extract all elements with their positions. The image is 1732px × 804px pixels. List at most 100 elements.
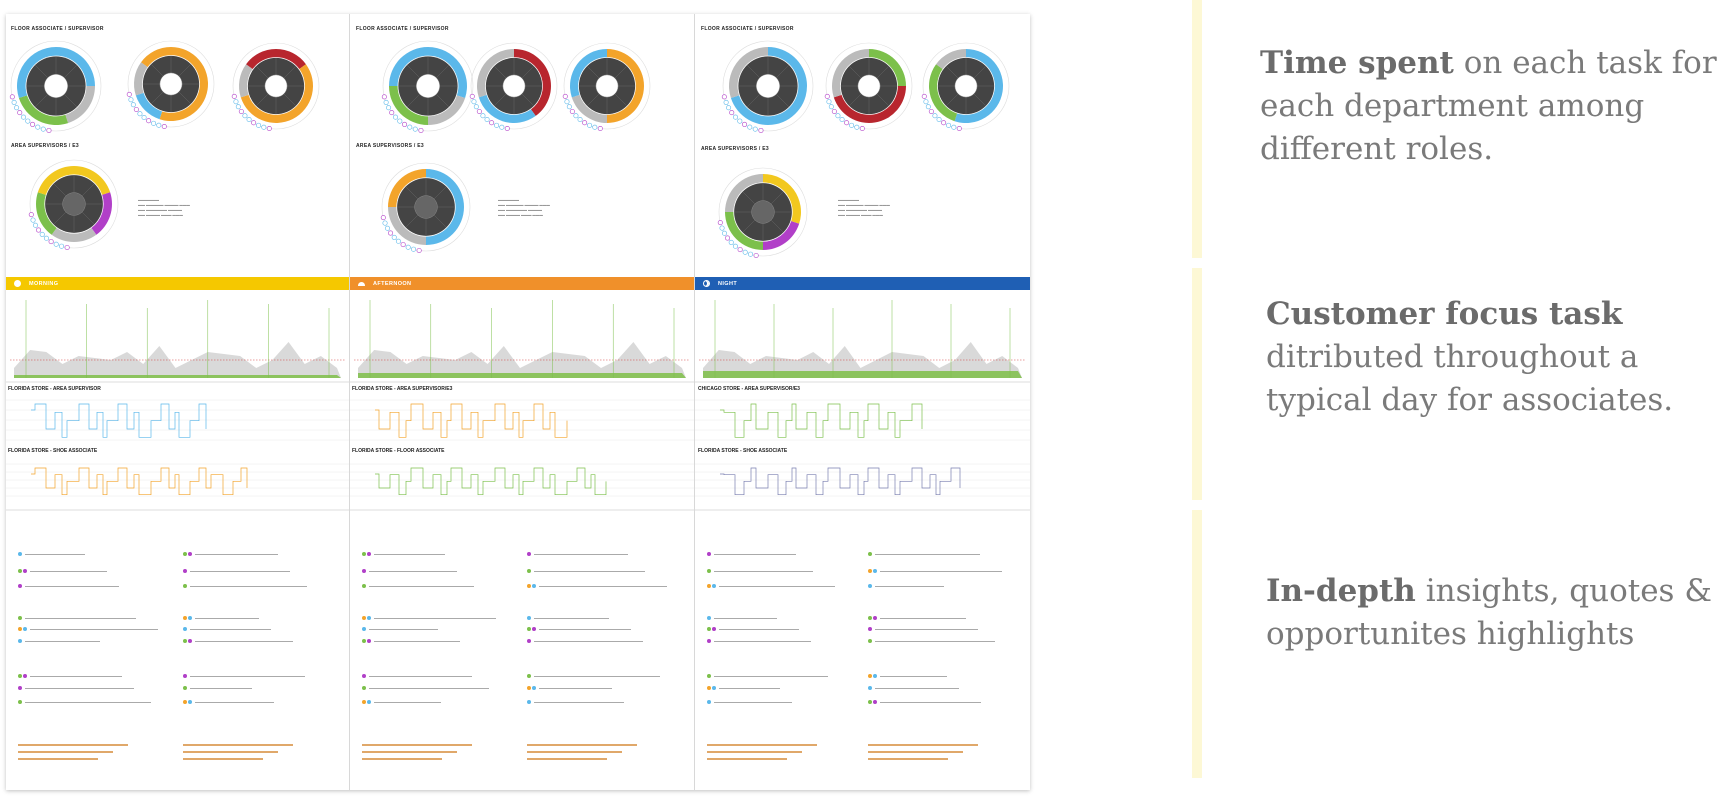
insight-tag-dots [18,639,23,644]
insight-bullet [182,700,274,705]
insight-tag-dots [707,552,712,557]
insight-tag-dots [707,627,717,632]
insight-bullet [707,584,835,589]
highlight-text: different roles. [1260,131,1494,167]
insight-text-placeholder [714,701,792,704]
insight-bullet [867,616,966,621]
highlight-strong: In-depth [1266,573,1416,609]
insight-text-placeholder [714,553,796,556]
role-donut-chart [381,40,474,133]
role-donut-chart [9,40,102,133]
insight-text-placeholder [539,628,631,631]
insight-bullet [362,616,496,621]
insight-text-placeholder [374,553,445,556]
customer-focus-timeline [6,300,1030,383]
insight-tag-dots [527,700,532,705]
quote-line [182,751,278,753]
insight-bullet [867,686,959,691]
insight-bullet [182,686,252,691]
insight-tag-dots [707,584,717,589]
insight-bullet [527,569,645,574]
insight-tag-dots [182,616,193,621]
insight-tag-dots [527,639,532,644]
insight-bullet [362,639,460,644]
shift-label: AFTERNOON [373,280,412,287]
insight-bullet [182,639,293,644]
insight-bullet [527,686,612,691]
insight-bullet [18,686,134,691]
insight-text-placeholder [879,570,1002,573]
insight-bullet [527,584,667,589]
area-role-title: AREA SUPERVISORS / E3 [701,146,769,152]
insight-tag-dots [362,552,372,557]
insight-text-placeholder [874,687,959,690]
insight-text-placeholder [25,701,151,704]
insight-tag-dots [182,686,188,691]
insight-bullet [867,569,1002,574]
insight-text-placeholder [534,553,628,556]
quote-line [362,751,457,753]
insight-text-placeholder [194,617,259,620]
insight-bullet [707,686,780,691]
insight-tag-dots [362,569,367,574]
insight-tag-dots [707,616,712,621]
insight-text-placeholder [719,628,799,631]
insight-text-placeholder [25,585,119,588]
quote-line [182,744,293,746]
quote-line [527,751,622,753]
donut-legend: ▬▬▬▬▬▬ ▬▬ ▬▬▬▬▬ ▬▬▬▬ ▬▬▬ ▬▬ ▬▬▬▬▬▬ ▬▬▬▬ … [138,198,190,217]
role-donut-chart [469,42,558,131]
shift-label: MORNING [29,280,59,287]
insight-bullet [182,616,259,621]
insight-bullet [362,700,441,705]
insight-text-placeholder [369,628,438,631]
insight-bullet [707,700,792,705]
insight-bullet [182,552,278,557]
insight-text-placeholder [874,553,980,556]
insight-tag-dots [182,552,193,557]
role-donut-chart [921,42,1010,131]
insight-text-placeholder [189,628,271,631]
insight-text-placeholder [30,675,122,678]
insight-text-placeholder [534,570,645,573]
insight-tag-dots [362,674,367,679]
insight-text-placeholder [194,701,274,704]
insight-text-placeholder [879,617,966,620]
insight-tag-dots [182,627,188,632]
insight-tag-dots [867,639,873,644]
highlight-text: insights, quotes & [1415,573,1712,609]
floor-role-title: FLOOR ASSOCIATE / SUPERVISOR [11,26,104,32]
insight-bullet [867,627,978,632]
insight-bullet [18,552,85,557]
insight-tag-dots [18,569,28,574]
task-step-charts [6,399,1030,511]
insight-tag-dots [707,569,712,574]
insight-bullet [18,639,100,644]
insight-tag-dots [527,569,532,574]
insight-tag-dots [867,627,873,632]
quote-line [18,751,113,753]
highlight-time-spent: Time spent on each task for each departm… [1260,42,1717,171]
insight-bullet [362,584,474,589]
insight-tag-dots [527,627,537,632]
insight-bullet [867,700,981,705]
insight-bullet [182,569,290,574]
insight-text-placeholder [534,640,643,643]
role-donut-chart [562,42,651,131]
floor-role-title: FLOOR ASSOCIATE / SUPERVISOR [356,26,449,32]
role-donut-chart [721,40,814,133]
insight-bullet [362,686,489,691]
insight-text-placeholder [369,675,472,678]
insight-bullet [707,674,828,679]
insight-text-placeholder [374,701,441,704]
insight-bullet [707,639,811,644]
insight-bullet [182,584,307,589]
area-role-title: AREA SUPERVISORS / E3 [356,143,424,149]
sun-icon [14,280,21,287]
insight-bullet [18,674,122,679]
insight-tag-dots [18,616,23,621]
insight-text-placeholder [874,585,944,588]
insight-text-placeholder [879,701,981,704]
insight-text-placeholder [194,640,293,643]
insight-tag-dots [362,639,372,644]
